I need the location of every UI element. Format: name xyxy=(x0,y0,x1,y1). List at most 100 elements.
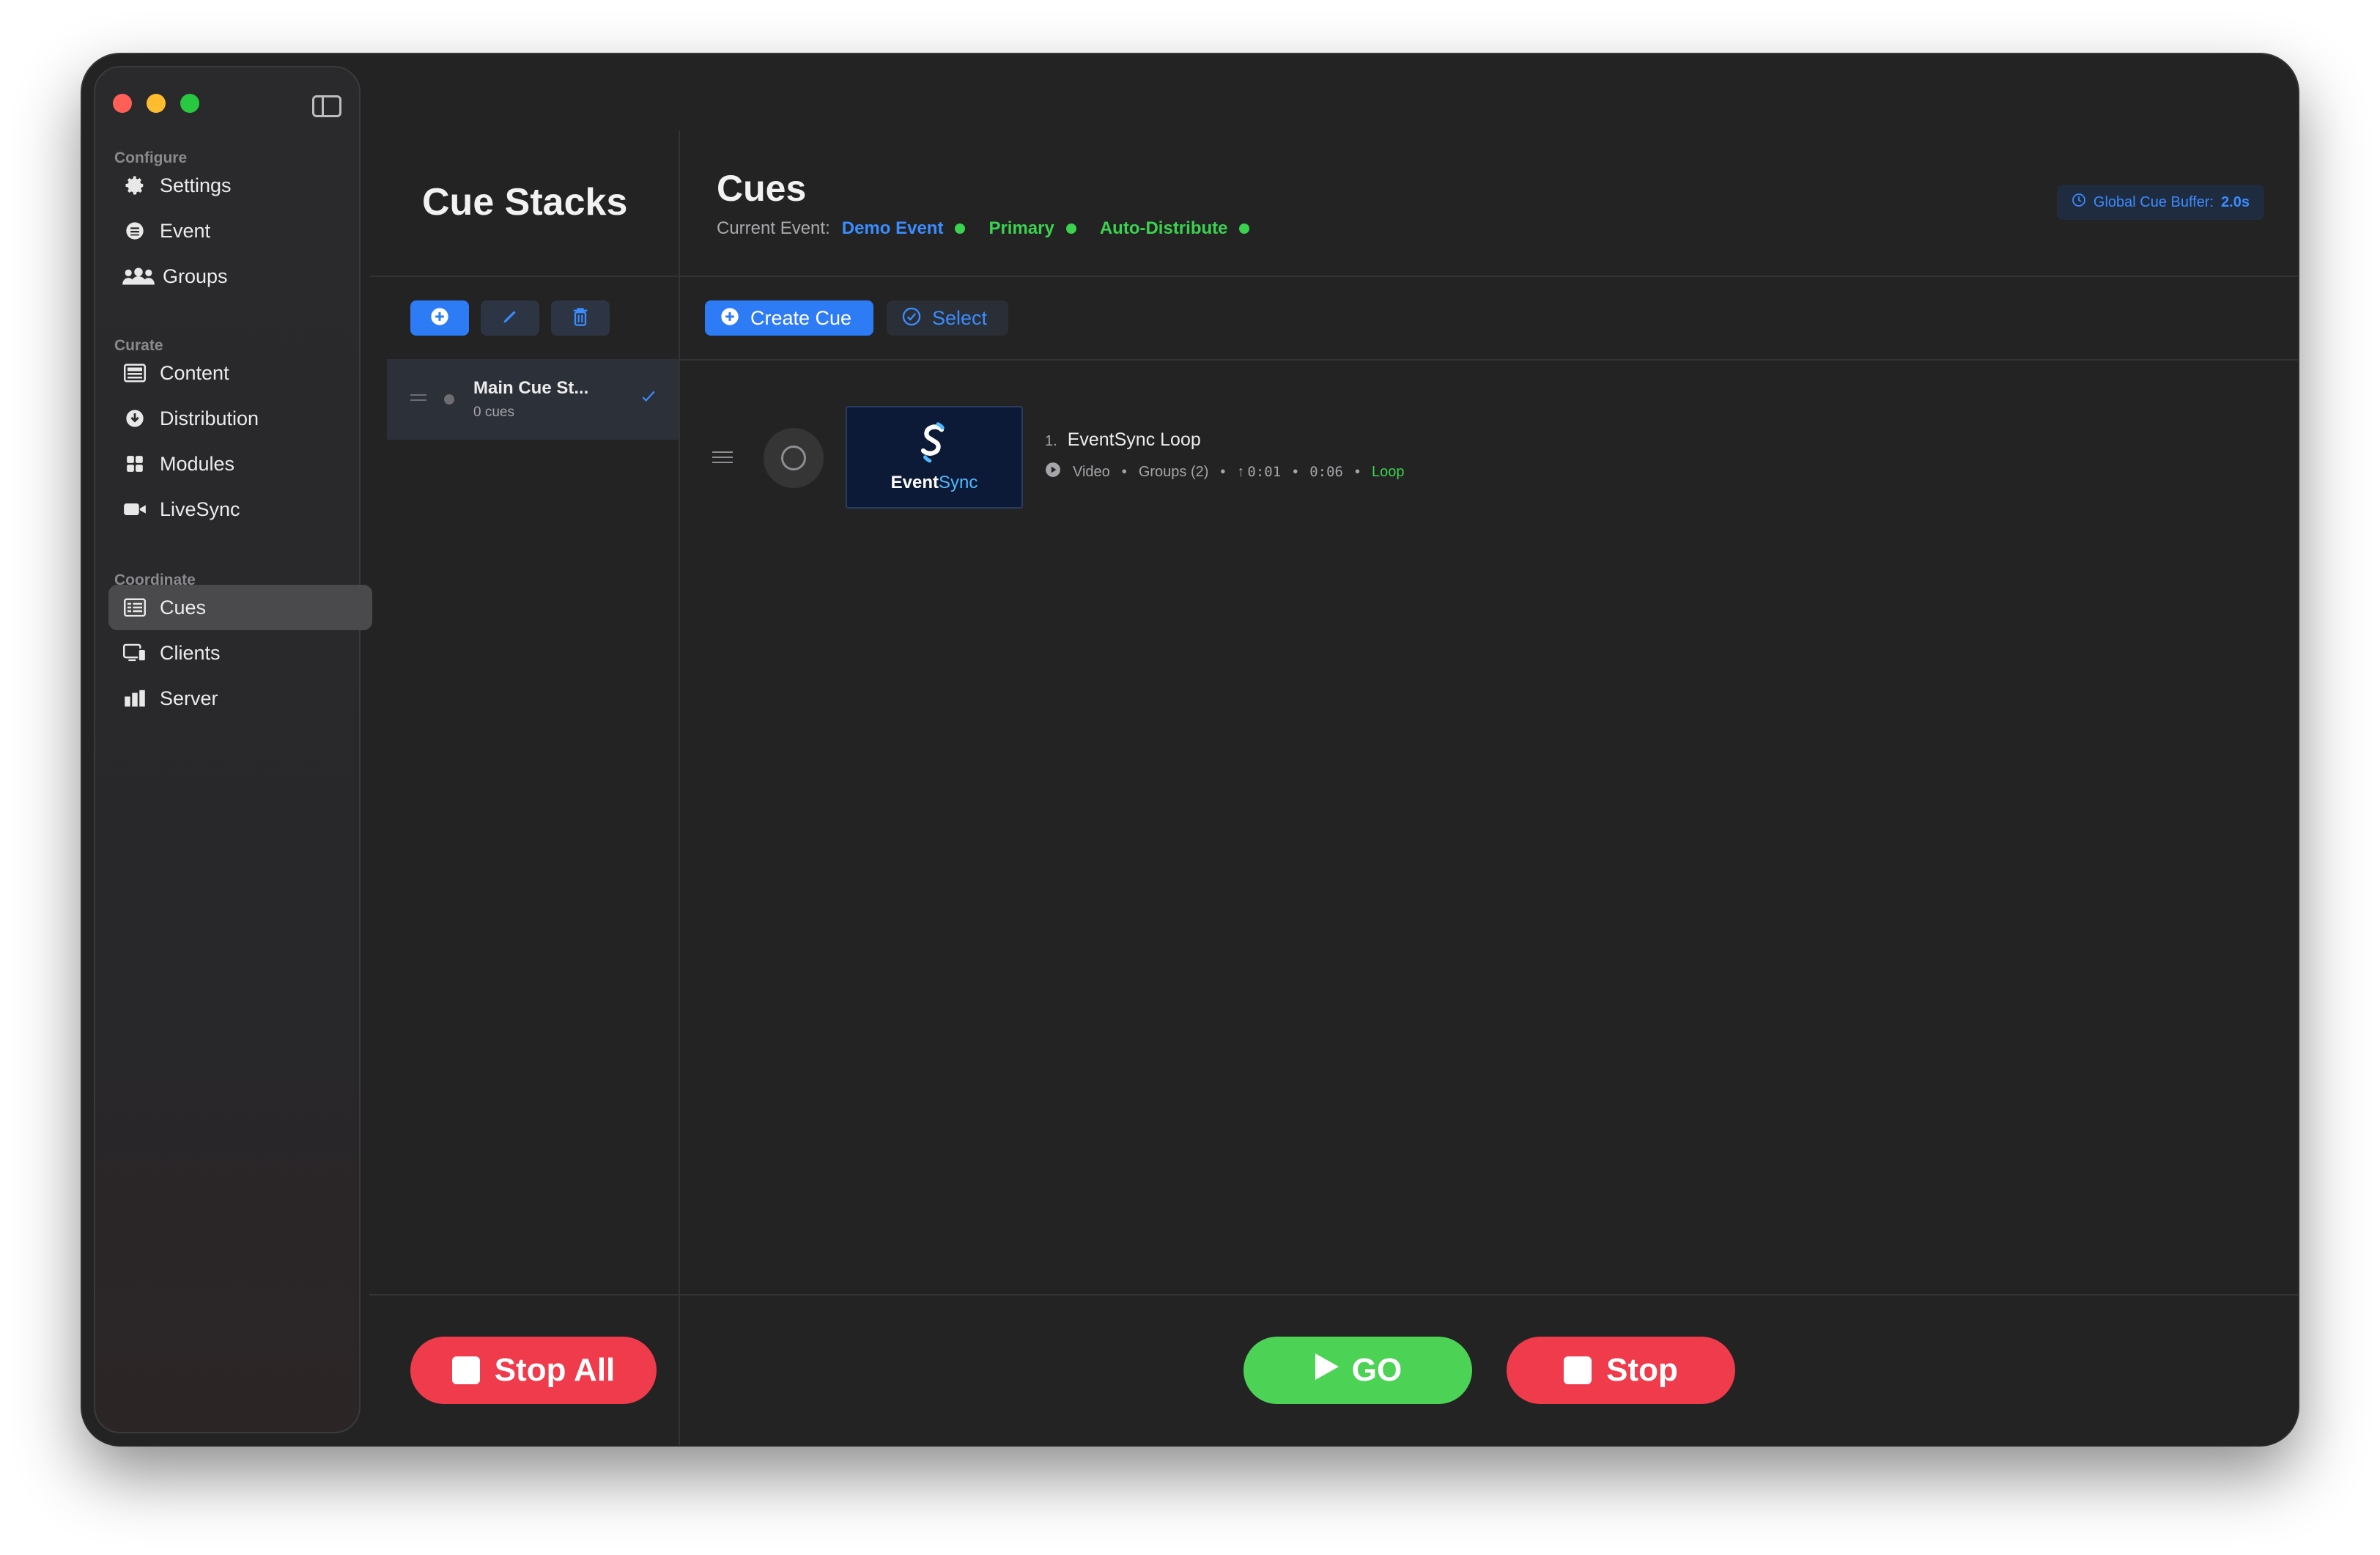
event-status-dot xyxy=(955,224,966,234)
stop-all-button[interactable]: Stop All xyxy=(410,1337,657,1404)
zoom-window-button[interactable] xyxy=(180,94,199,113)
mode-status-dot xyxy=(1065,224,1076,234)
thumbnail-brand: EventSync xyxy=(891,473,978,493)
event-status-line: Current Event: Demo Event Primary Auto-D… xyxy=(717,218,1250,239)
status-dot xyxy=(444,394,454,405)
sidebar-item-clients[interactable]: Clients xyxy=(108,630,372,676)
cue-stacks-title: Cue Stacks xyxy=(422,181,628,224)
sidebar-item-label: LiveSync xyxy=(160,498,240,520)
sidebar-item-label: Settings xyxy=(160,174,232,196)
stop-all-label: Stop All xyxy=(494,1352,616,1388)
sidebar-item-label: Groups xyxy=(163,265,228,287)
clock-icon xyxy=(2072,193,2086,212)
stop-label: Stop xyxy=(1606,1352,1678,1388)
select-button[interactable]: Select xyxy=(887,300,1008,336)
sidebar-item-livesync[interactable]: LiveSync xyxy=(108,487,372,532)
create-cue-button[interactable]: Create Cue xyxy=(705,300,873,336)
sidebar-item-label: Distribution xyxy=(160,407,259,429)
trash-icon xyxy=(572,306,589,330)
check-circle-icon xyxy=(901,306,922,330)
cue-drag-handle-icon[interactable] xyxy=(712,451,733,467)
cues-title: Cues xyxy=(717,168,807,209)
modules-icon xyxy=(122,451,148,477)
app-window: Configure Settings Event Groups Curate C… xyxy=(82,54,2298,1445)
distribution-icon xyxy=(122,405,148,432)
minimize-window-button[interactable] xyxy=(147,94,166,113)
stop-button[interactable]: Stop xyxy=(1507,1337,1735,1404)
gear-icon xyxy=(122,172,148,199)
cue-groups: Groups (2) xyxy=(1138,463,1209,480)
distribution-status-dot xyxy=(1239,224,1250,234)
cue-name: EventSync Loop xyxy=(1067,429,1201,450)
cues-icon xyxy=(122,594,148,621)
sidebar-item-settings[interactable]: Settings xyxy=(108,163,372,208)
pencil-icon xyxy=(500,307,520,330)
sidebar-item-groups[interactable]: Groups xyxy=(108,254,372,299)
mode-status: Primary xyxy=(988,218,1054,238)
plus-circle-icon xyxy=(720,306,740,330)
play-circle-icon xyxy=(1045,462,1061,482)
toolbar-divider xyxy=(680,359,2298,361)
window-controls xyxy=(113,94,199,113)
header-divider xyxy=(369,276,2298,277)
video-camera-icon xyxy=(122,496,148,522)
current-event-link[interactable]: Demo Event xyxy=(842,218,944,239)
play-icon xyxy=(1314,1352,1340,1389)
delete-stack-button[interactable] xyxy=(551,300,610,336)
go-label: GO xyxy=(1351,1352,1402,1388)
sidebar-item-cues[interactable]: Cues xyxy=(108,585,372,630)
sidebar-item-distribution[interactable]: Distribution xyxy=(108,396,372,441)
buffer-label: Global Cue Buffer: xyxy=(2093,193,2214,210)
sidebar-item-label: Modules xyxy=(160,452,235,475)
sidebar-item-event[interactable]: Event xyxy=(108,208,372,254)
server-icon xyxy=(122,685,148,712)
plus-circle-icon xyxy=(429,306,450,330)
separator-dot: • xyxy=(1354,463,1360,480)
thumbnail-brand-accent: Sync xyxy=(939,472,978,492)
cue-title[interactable]: 1. EventSync Loop xyxy=(1045,429,1201,451)
sidebar-toggle-icon[interactable] xyxy=(312,95,341,117)
event-icon xyxy=(122,218,148,244)
circle-icon xyxy=(781,446,806,470)
stack-count: 0 cues xyxy=(473,405,514,420)
arrow-up-icon: ↑ xyxy=(1237,463,1245,480)
cue-duration: 0:06 xyxy=(1309,464,1343,480)
sidebar-item-label: Content xyxy=(160,361,229,384)
footer-divider xyxy=(369,1294,2298,1296)
sidebar-item-server[interactable]: Server xyxy=(108,676,372,721)
select-label: Select xyxy=(932,306,988,329)
cue-meta: Video • Groups (2) • ↑ 0:01 • 0:06 • Loo… xyxy=(1045,462,1404,482)
clients-icon xyxy=(122,640,148,666)
go-button[interactable]: GO xyxy=(1243,1337,1472,1404)
thumbnail-brand-text: Event xyxy=(890,472,939,492)
eventsync-logo-icon xyxy=(916,421,953,468)
sidebar-item-label: Server xyxy=(160,687,218,709)
edit-stack-button[interactable] xyxy=(481,300,539,336)
content-icon xyxy=(122,360,148,386)
close-window-button[interactable] xyxy=(113,94,132,113)
cue-select-toggle[interactable] xyxy=(764,428,824,488)
global-cue-buffer-badge[interactable]: Global Cue Buffer: 2.0s xyxy=(2056,185,2264,220)
cue-number: 1. xyxy=(1045,433,1057,449)
sidebar-item-label: Event xyxy=(160,219,211,242)
sidebar-item-modules[interactable]: Modules xyxy=(108,441,372,487)
distribution-status: Auto-Distribute xyxy=(1099,218,1228,238)
checkmark-icon xyxy=(640,388,657,408)
sidebar-item-content[interactable]: Content xyxy=(108,350,372,396)
stop-square-icon xyxy=(451,1356,480,1384)
cue-start-time: 0:01 xyxy=(1247,464,1282,480)
stack-name: Main Cue St... xyxy=(473,378,589,398)
buffer-value: 2.0s xyxy=(2221,193,2250,210)
cue-stack-row[interactable]: Main Cue St... 0 cues xyxy=(387,359,679,440)
add-stack-button[interactable] xyxy=(410,300,469,336)
separator-dot: • xyxy=(1293,463,1298,480)
cue-type: Video xyxy=(1073,463,1110,480)
cue-thumbnail: EventSync xyxy=(846,406,1023,509)
groups-icon xyxy=(122,263,155,289)
separator-dot: • xyxy=(1121,463,1127,480)
create-cue-label: Create Cue xyxy=(750,306,852,329)
drag-handle-icon[interactable] xyxy=(410,394,426,405)
current-event-label: Current Event: xyxy=(717,218,830,238)
cue-mode: Loop xyxy=(1371,463,1405,480)
separator-dot: • xyxy=(1220,463,1226,480)
